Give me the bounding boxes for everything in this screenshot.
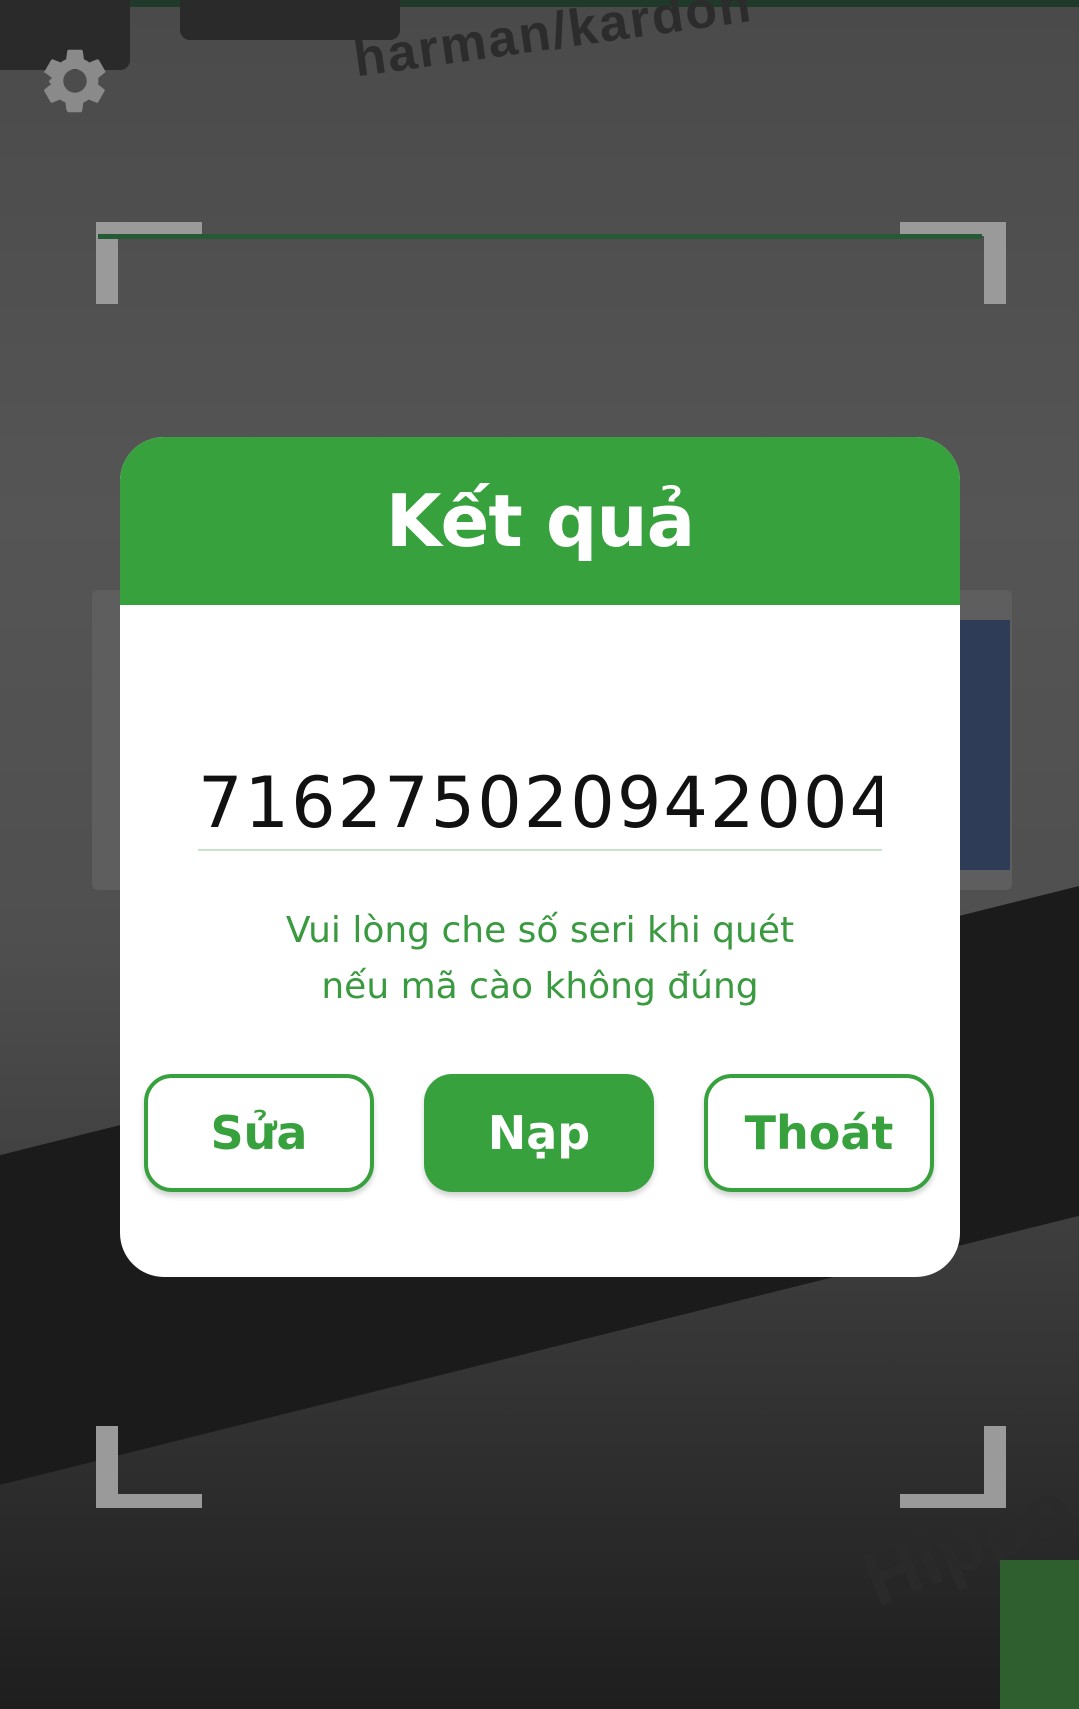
hint-text: Vui lòng che số seri khi quét nếu mã cào…: [160, 903, 920, 1015]
scan-frame-corner-bottom-left: [96, 1426, 202, 1508]
scan-line: [98, 234, 982, 239]
scratch-code-input[interactable]: [198, 757, 882, 851]
edit-button[interactable]: Sửa: [144, 1074, 374, 1192]
load-button[interactable]: Nạp: [424, 1074, 654, 1192]
hint-line-1: Vui lòng che số seri khi quét: [285, 910, 795, 951]
exit-button[interactable]: Thoát: [704, 1074, 934, 1192]
gear-icon[interactable]: [36, 42, 114, 120]
hint-line-2: nếu mã cào không đúng: [321, 966, 759, 1007]
dialog-title: Kết quả: [385, 479, 695, 563]
background-green-object: [1000, 1560, 1079, 1709]
result-dialog: Kết quả Vui lòng che số seri khi quét nế…: [120, 437, 960, 1277]
dialog-header: Kết quả: [120, 437, 960, 605]
background-brand-text: harman/kardon: [350, 0, 756, 89]
scan-frame-corner-bottom-right: [900, 1426, 1006, 1508]
